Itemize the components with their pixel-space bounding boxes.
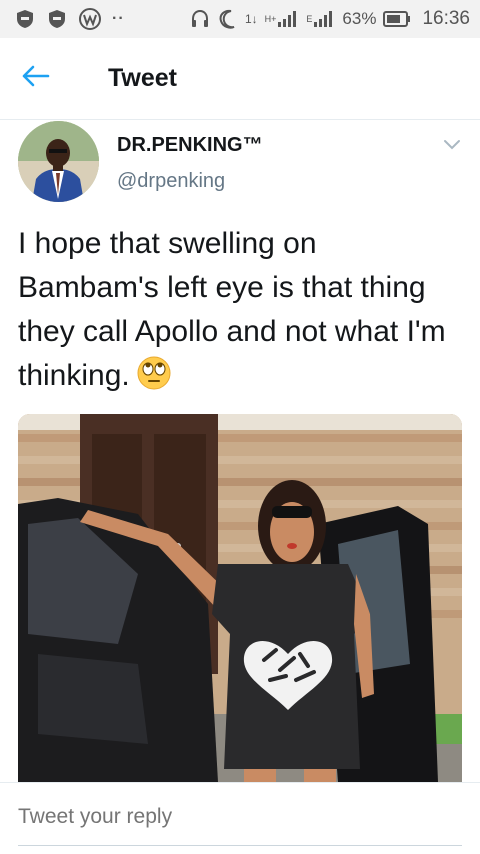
moon-icon [218, 8, 238, 30]
status-right: 1↓ H+ E 63% 16:36 [189, 8, 470, 30]
app-header: Tweet [0, 38, 480, 120]
reply-bar [0, 782, 480, 854]
rolling-eyes-emoji-icon [136, 355, 172, 391]
tweet-text-content: I hope that swelling on Bambam's left ey… [18, 227, 446, 392]
back-arrow-icon [20, 64, 50, 93]
sim2-type-label: E [306, 14, 313, 24]
data-transfer-icon: 1↓ [244, 12, 258, 26]
shield-icon [46, 8, 68, 30]
tweet-text: I hope that swelling on Bambam's left ey… [18, 222, 464, 398]
battery-icon [383, 10, 411, 28]
reply-underline [18, 845, 462, 846]
more-dots-icon: ·· [112, 10, 125, 27]
battery-percent: 63% [342, 9, 377, 28]
wordpress-icon [78, 7, 102, 31]
status-time: 16:36 [422, 8, 470, 29]
back-button[interactable] [0, 38, 70, 120]
signal-icon: H+ [265, 10, 300, 28]
signal-icon: E [306, 10, 335, 28]
status-bar: ·· 1↓ H+ E 63% 16:36 [0, 0, 480, 38]
reply-input[interactable] [18, 797, 462, 837]
status-left: ·· [14, 7, 125, 31]
tweet-author: DR.PENKING™ @drpenking [18, 121, 468, 205]
network-type-label: H+ [264, 14, 277, 24]
shield-icon [14, 8, 36, 30]
chevron-down-icon [440, 140, 464, 159]
page-title: Tweet [108, 64, 177, 92]
author-display-name[interactable]: DR.PENKING™ [117, 134, 263, 157]
author-handle[interactable]: @drpenking [117, 170, 225, 193]
tweet-options-button[interactable] [440, 135, 464, 155]
avatar[interactable] [18, 121, 99, 202]
headset-icon [189, 8, 211, 30]
tweet-media-image[interactable] [18, 414, 462, 782]
